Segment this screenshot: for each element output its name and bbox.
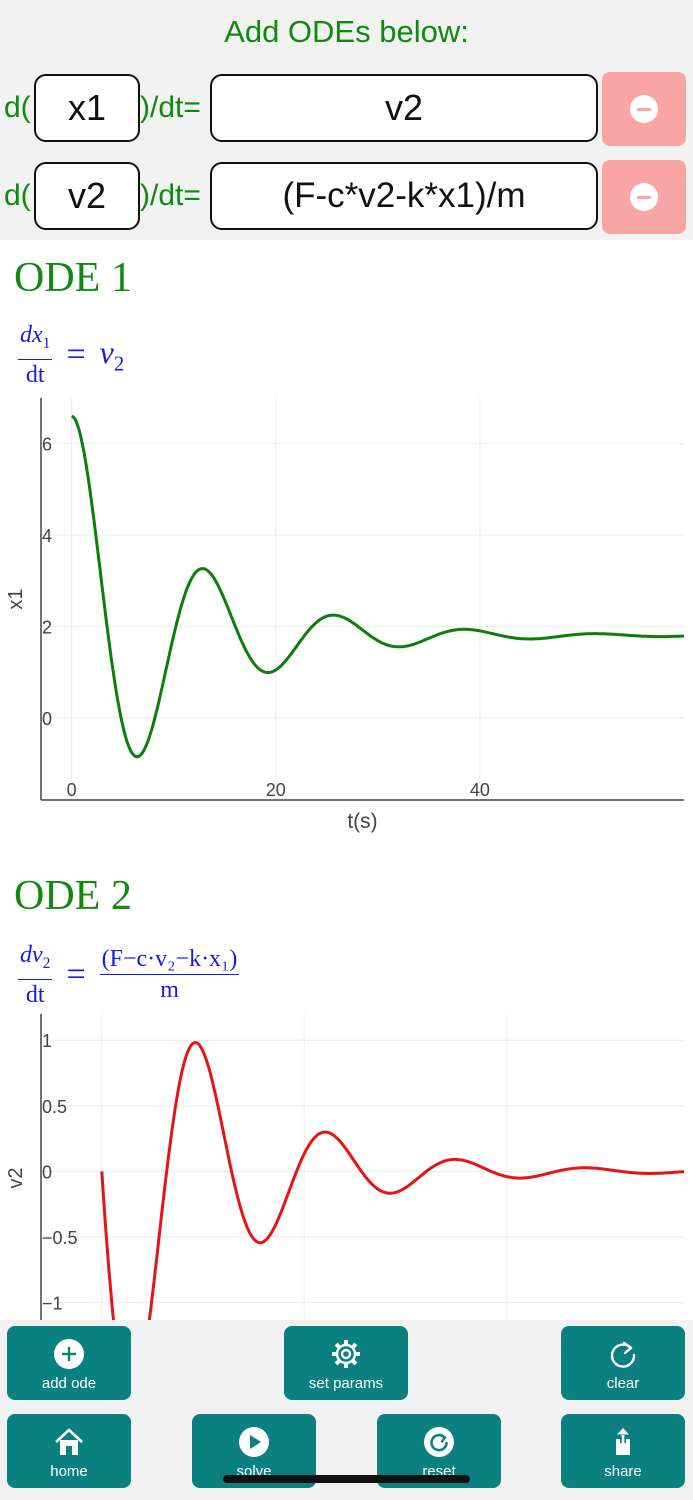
ode1-derivative: dx1 dt	[18, 320, 53, 390]
y-tick-label: 0.5	[42, 1097, 67, 1117]
series-line	[100, 1041, 685, 1320]
y-tick-label: 0	[42, 1162, 52, 1182]
y-tick-label: 4	[42, 526, 52, 546]
ode-row-2: d( v2 )/dt= (F-c*v2-k*x1)/m	[0, 160, 693, 234]
y-axis-title: v2	[5, 1167, 27, 1188]
ode-row-1: d( x1 )/dt= v2	[0, 72, 693, 146]
remove-ode-button-1[interactable]	[602, 72, 686, 146]
ode1-rhs: v2	[100, 334, 125, 376]
y-tick-label: 1	[42, 1031, 52, 1051]
add-ode-button[interactable]: add ode	[7, 1326, 131, 1400]
ode1-heading: ODE 1	[14, 255, 132, 301]
ode2-den: dt	[25, 981, 45, 1008]
results-panel[interactable]: ODE 1 dx1 dt = v2 0 2 4 6 0 20 40 x1 t(s) ODE 2 d…	[0, 240, 693, 1320]
bottom-toolbar: add ode set params clear home solve rese…	[0, 1320, 693, 1500]
ode2-rhs: (F−c·v₂−k·x₁) m	[99, 944, 240, 1005]
ode1-den: dt	[25, 361, 45, 388]
expression-input-2[interactable]: (F-c*v2-k*x1)/m	[210, 162, 598, 230]
home-label: home	[50, 1463, 88, 1480]
reset-circle-icon	[424, 1427, 454, 1457]
expression-input-1[interactable]: v2	[210, 74, 598, 142]
d-prefix-label: d(	[4, 179, 31, 212]
ode1-num-sub: 1	[42, 334, 51, 352]
y-tick-label: −0.5	[42, 1228, 78, 1248]
remove-ode-button-2[interactable]	[602, 160, 686, 234]
variable-input-2[interactable]: v2	[34, 162, 140, 230]
share-label: share	[604, 1463, 642, 1480]
variable-input-1[interactable]: x1	[34, 74, 140, 142]
y-tick-label: 0	[42, 709, 52, 729]
x-tick-label: 0	[67, 780, 77, 800]
add-ode-label: add ode	[41, 1375, 97, 1392]
v2-chart[interactable]: −1 −0.5 0 0.5 1 v2	[0, 1010, 693, 1320]
d-prefix-label: d(	[4, 91, 31, 124]
x-tick-label: 40	[470, 780, 490, 800]
x-tick-label: 20	[266, 780, 286, 800]
clear-button[interactable]: clear	[561, 1326, 685, 1400]
ode2-num: dv	[20, 942, 43, 968]
ode2-derivative: dv2 dt	[18, 940, 53, 1010]
ode2-equals: =	[66, 955, 86, 993]
ode1-rhs-sub: 2	[113, 352, 125, 376]
gear-icon	[332, 1340, 360, 1368]
series-line	[71, 414, 685, 759]
ode2-rhs-num: (F−c·v₂−k·x₁)	[99, 944, 240, 976]
share-button[interactable]: share	[561, 1414, 685, 1488]
minus-circle-icon	[630, 183, 658, 211]
dt-suffix-label: )/dt=	[140, 91, 201, 124]
play-circle-icon	[239, 1427, 269, 1457]
y-axis-title: x1	[5, 588, 27, 609]
x-axis-title: t(s)	[347, 810, 377, 833]
dt-suffix-label: )/dt=	[140, 179, 201, 212]
y-tick-label: −1	[42, 1294, 63, 1314]
ode-editor: Add ODEs below: d( x1 )/dt= v2 d( v2 )/d…	[0, 0, 693, 240]
editor-title: Add ODEs below:	[224, 14, 469, 49]
set-params-label: set params	[308, 1375, 384, 1392]
minus-circle-icon	[630, 95, 658, 123]
ode2-heading: ODE 2	[14, 873, 132, 919]
x1-chart[interactable]: 0 2 4 6 0 20 40 x1 t(s)	[0, 390, 693, 840]
ode1-equation: dx1 dt = v2	[18, 320, 124, 390]
plus-circle-icon	[54, 1339, 84, 1369]
share-icon	[616, 1428, 630, 1455]
home-indicator	[223, 1475, 470, 1483]
app-window: Add ODEs below: d( x1 )/dt= v2 d( v2 )/d…	[0, 0, 693, 1500]
refresh-icon	[610, 1341, 636, 1368]
home-icon	[55, 1428, 83, 1455]
home-button[interactable]: home	[7, 1414, 131, 1488]
ode1-rhs-var: v	[99, 333, 114, 370]
ode2-equation: dv2 dt = (F−c·v₂−k·x₁) m	[18, 940, 240, 1010]
ode1-equals: =	[66, 335, 86, 373]
clear-label: clear	[606, 1375, 640, 1392]
y-tick-label: 6	[42, 435, 52, 455]
y-tick-label: 2	[42, 617, 52, 637]
ode2-num-sub: 2	[42, 954, 51, 972]
ode1-num: dx	[20, 322, 43, 348]
set-params-button[interactable]: set params	[284, 1326, 408, 1400]
ode2-rhs-den: m	[160, 977, 179, 1004]
